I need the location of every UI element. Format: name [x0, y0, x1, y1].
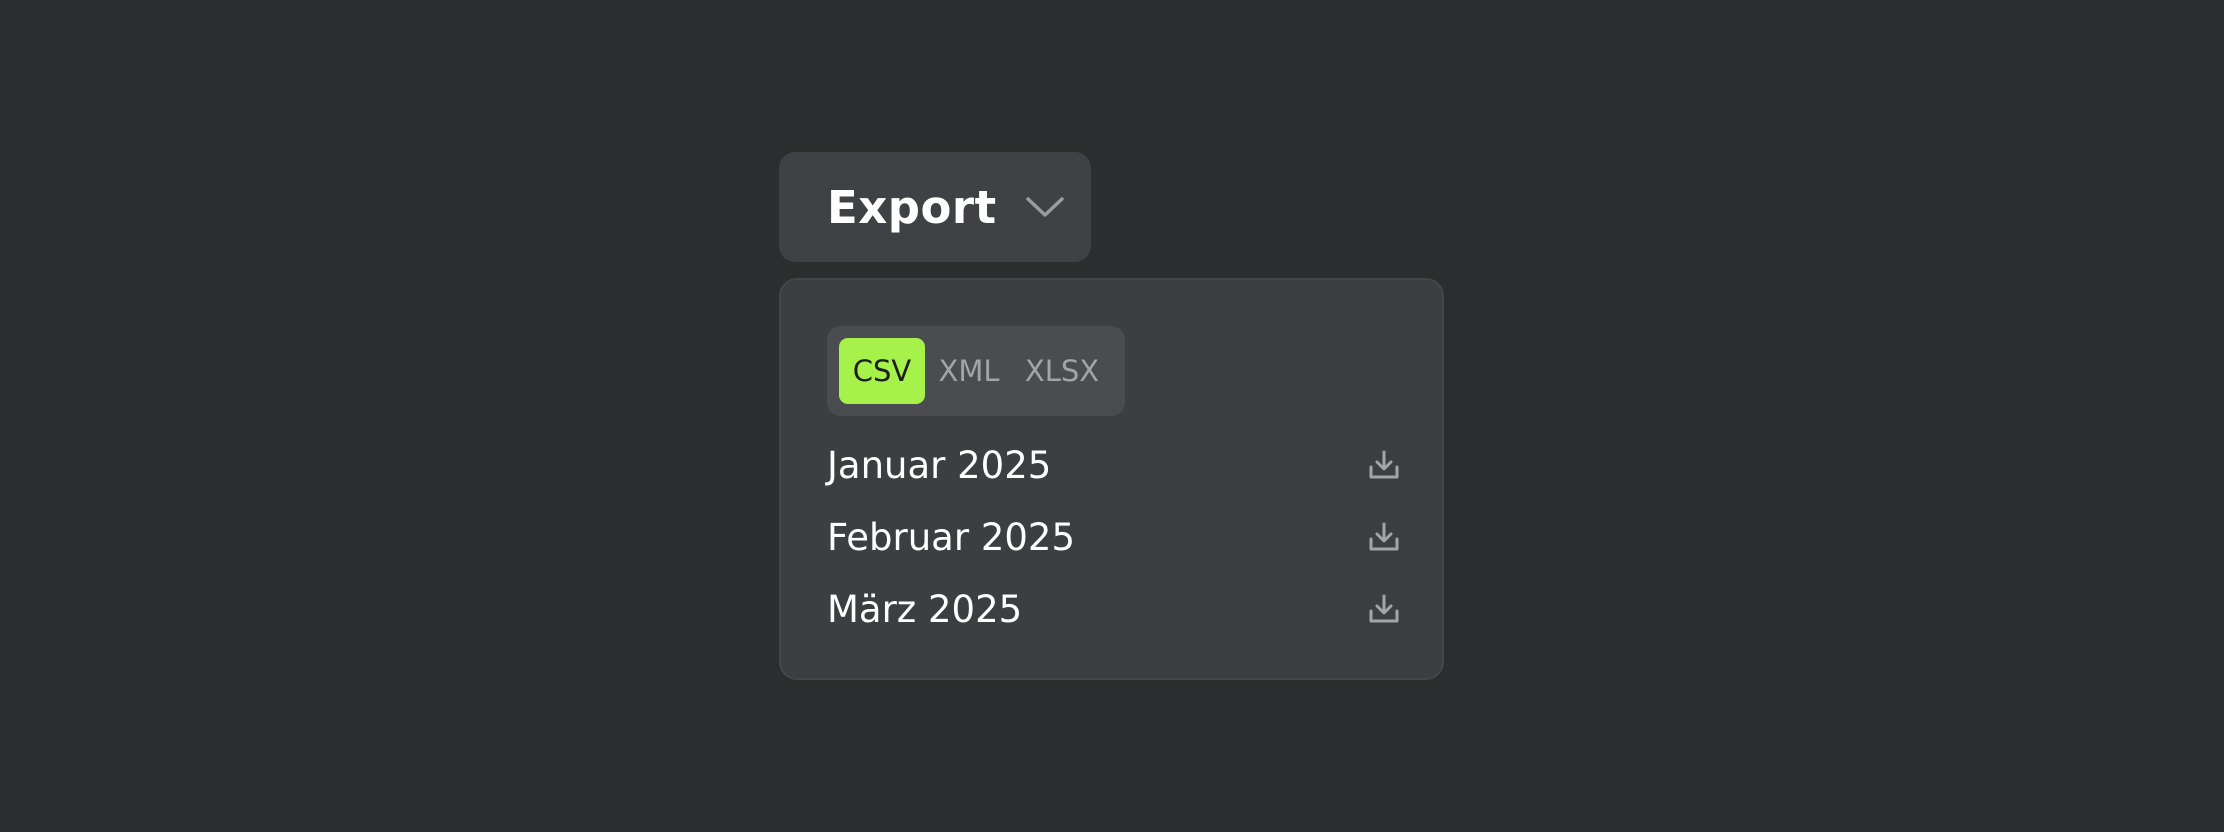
download-icon[interactable] [1367, 520, 1401, 554]
format-option-xlsx[interactable]: XLSX [1013, 338, 1111, 404]
month-label: Februar 2025 [827, 515, 1075, 559]
list-item[interactable]: Januar 2025 [827, 435, 1401, 495]
list-item[interactable]: März 2025 [827, 579, 1401, 639]
month-label: März 2025 [827, 587, 1023, 631]
month-label: Januar 2025 [827, 443, 1052, 487]
list-item[interactable]: Februar 2025 [827, 507, 1401, 567]
export-dropdown-button[interactable]: Export [779, 152, 1091, 262]
download-icon[interactable] [1367, 592, 1401, 626]
download-icon[interactable] [1367, 448, 1401, 482]
format-segmented-control: CSV XML XLSX [827, 326, 1125, 416]
chevron-down-icon [1025, 194, 1065, 220]
export-dropdown-panel: CSV XML XLSX Januar 2025 Februar 2025 Mä… [779, 278, 1444, 680]
format-option-csv[interactable]: CSV [839, 338, 925, 404]
format-option-xml[interactable]: XML [925, 338, 1013, 404]
export-button-label: Export [827, 180, 997, 234]
